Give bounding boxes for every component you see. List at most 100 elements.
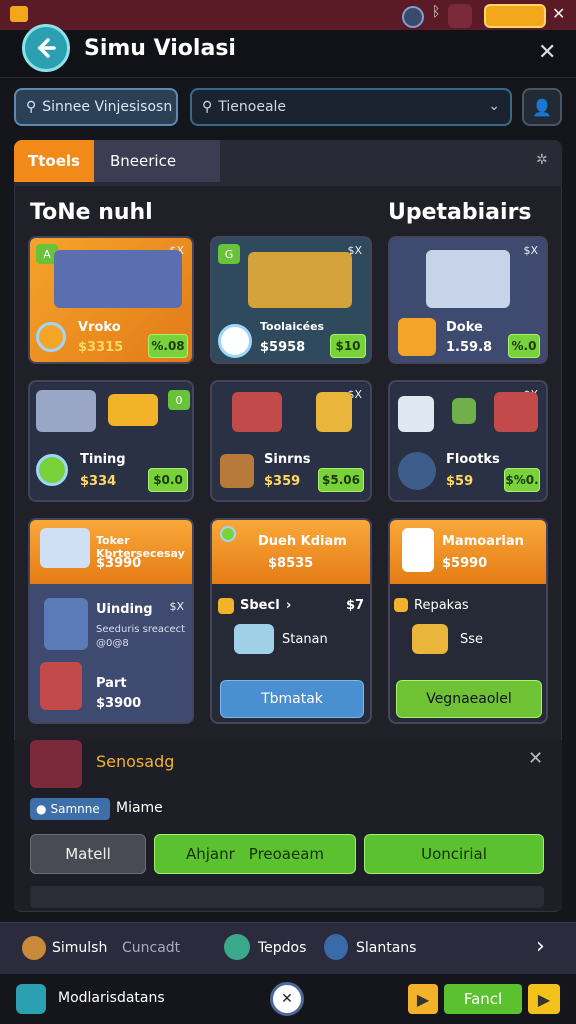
nav-item-slantans[interactable]: Slantans — [356, 940, 416, 956]
nav-item-sub[interactable]: Cuncadt — [122, 940, 180, 956]
card-price: $359 — [264, 474, 301, 489]
buy-button[interactable]: %.0 — [508, 334, 540, 358]
card-name: Tining — [80, 452, 126, 467]
filter-chip-label: Sinnee Vinjesisosn — [42, 99, 173, 115]
product-card[interactable]: $X Flootks $59 $%0. — [388, 380, 548, 502]
settings-icon[interactable]: ✲ — [536, 152, 548, 168]
heart-icon — [218, 324, 252, 358]
card-item-price: $3900 — [96, 696, 142, 711]
close-icon[interactable]: ✕ — [528, 748, 543, 769]
buy-button[interactable]: $%0. — [504, 468, 540, 492]
clock-icon — [36, 322, 66, 352]
product-card[interactable]: 0 Tining $334 $0.0 — [28, 380, 194, 502]
action-button[interactable]: Tbmatak — [220, 680, 364, 718]
card-price: 1.59.8 — [446, 340, 493, 355]
nav-item-tepdos[interactable]: Tepdos — [258, 940, 306, 956]
section-title-right: Upetabiairs — [388, 200, 532, 225]
upgrade-card[interactable]: Toker Kbrtersecesay $3990 Uinding $X See… — [28, 518, 194, 724]
arrow-icon: › — [286, 598, 292, 613]
next-button[interactable]: ▶ — [528, 984, 560, 1014]
section-title-left: ToNe nuhl — [30, 200, 153, 225]
tools-icon — [398, 452, 436, 490]
laptop-icon — [40, 528, 90, 568]
card-header — [212, 520, 370, 584]
badge: G — [218, 244, 240, 264]
chart-icon — [324, 934, 348, 960]
cancel-button[interactable]: Matell — [30, 834, 146, 874]
status-bar: ᛒ ✕ — [0, 0, 576, 30]
tag-label: Samnne — [50, 802, 100, 816]
globe-icon — [224, 934, 250, 960]
card-item-name: Part — [96, 676, 127, 691]
upgrade-card[interactable]: Mamoarian $5990 Repakas Sse Vegnaeaolel — [388, 518, 548, 724]
laptop-illustration — [36, 390, 96, 432]
camera-icon — [402, 6, 424, 28]
app-icon — [16, 984, 46, 1014]
action-button[interactable]: Vegnaeaolel — [396, 680, 542, 718]
card-price: $334 — [80, 474, 117, 489]
bluetooth-icon: ᛒ — [432, 4, 441, 20]
user-button[interactable]: 👤 — [522, 88, 562, 126]
fancy-button[interactable]: Fancl — [444, 984, 522, 1014]
search-icon: ⚲ — [26, 99, 37, 115]
crate-icon — [234, 624, 274, 654]
buy-button[interactable]: $0.0 — [148, 468, 188, 492]
card-name: Sinrns — [264, 452, 311, 467]
tablet-icon — [398, 318, 436, 356]
computer-illustration — [426, 250, 510, 308]
buy-button[interactable]: $10 — [330, 334, 366, 358]
card-name: Vroko — [78, 320, 121, 335]
shop-icon — [40, 662, 82, 710]
tag-badge: ● Samnne — [30, 798, 110, 820]
search-input[interactable]: ⚲ Tienoeale ⌄ — [190, 88, 512, 126]
confirm-label: Ahjanr — [185, 845, 235, 863]
robot-icon — [448, 4, 472, 28]
cart-illustration — [232, 392, 282, 432]
status-dot-icon — [220, 526, 236, 542]
buy-button[interactable]: $5.06 — [318, 468, 364, 492]
tab-tools[interactable]: Ttoels — [14, 140, 94, 182]
battery-icon — [484, 4, 546, 28]
confirm-badge: Preoaeam — [248, 845, 325, 863]
phone-icon — [402, 528, 434, 572]
tag-text: Miame — [116, 800, 163, 816]
card-header-title: Mamoarian — [442, 534, 524, 549]
home-button[interactable]: ✕ — [270, 982, 304, 1016]
truck-illustration — [54, 250, 182, 308]
apply-button[interactable]: Uoncirial — [364, 834, 544, 874]
badge: 0 — [168, 390, 190, 410]
card-row-label: Sbecl — [240, 598, 280, 613]
box-icon — [220, 454, 254, 488]
card-corner: $X — [523, 244, 538, 257]
chevron-right-icon[interactable]: › — [536, 934, 545, 959]
product-card[interactable]: $X Sinrns $359 $5.06 — [210, 380, 372, 502]
page-title: Simu Violasi — [84, 36, 236, 61]
gear-icon — [36, 454, 68, 486]
filter-chip[interactable]: ⚲ Sinnee Vinjesisosn — [14, 88, 178, 126]
play-button[interactable]: ▶ — [408, 984, 438, 1014]
close-status-icon[interactable]: ✕ — [552, 4, 565, 23]
package-icon — [412, 624, 448, 654]
upgrade-card[interactable]: Dueh Kdiam $8535 Sbecl › $7 Stanan Tbmat… — [210, 518, 372, 724]
card-price: $5958 — [260, 340, 306, 355]
tab-services[interactable]: Bneerice — [94, 140, 220, 182]
chevron-down-icon[interactable]: ⌄ — [488, 98, 500, 114]
footer-label: Modlarisdatans — [58, 990, 165, 1006]
nav-item-simulation[interactable]: Simulsh — [52, 940, 107, 956]
product-card[interactable]: $X Doke 1.59.8 %.0 — [388, 236, 548, 364]
card-item-name: Stanan — [282, 632, 328, 647]
product-card[interactable]: A $X Vroko $3315 %.08 — [28, 236, 194, 364]
close-icon[interactable]: ✕ — [538, 40, 556, 65]
confirm-button[interactable]: Ahjanr Preoaeam — [154, 834, 356, 874]
card-header-title: Dueh Kdiam — [258, 534, 347, 549]
lamp-illustration — [316, 392, 352, 432]
card-row-label: Repakas — [414, 598, 469, 613]
back-button[interactable] — [22, 24, 70, 72]
product-card[interactable]: G $X Toolaicées $5958 $10 — [210, 236, 372, 364]
van-illustration — [108, 394, 158, 426]
buy-button[interactable]: %.08 — [148, 334, 188, 358]
progress-track — [30, 886, 544, 908]
coin-icon — [394, 598, 408, 612]
card-sub-title: Uinding — [96, 602, 153, 617]
search-placeholder: Tienoeale — [218, 99, 287, 115]
